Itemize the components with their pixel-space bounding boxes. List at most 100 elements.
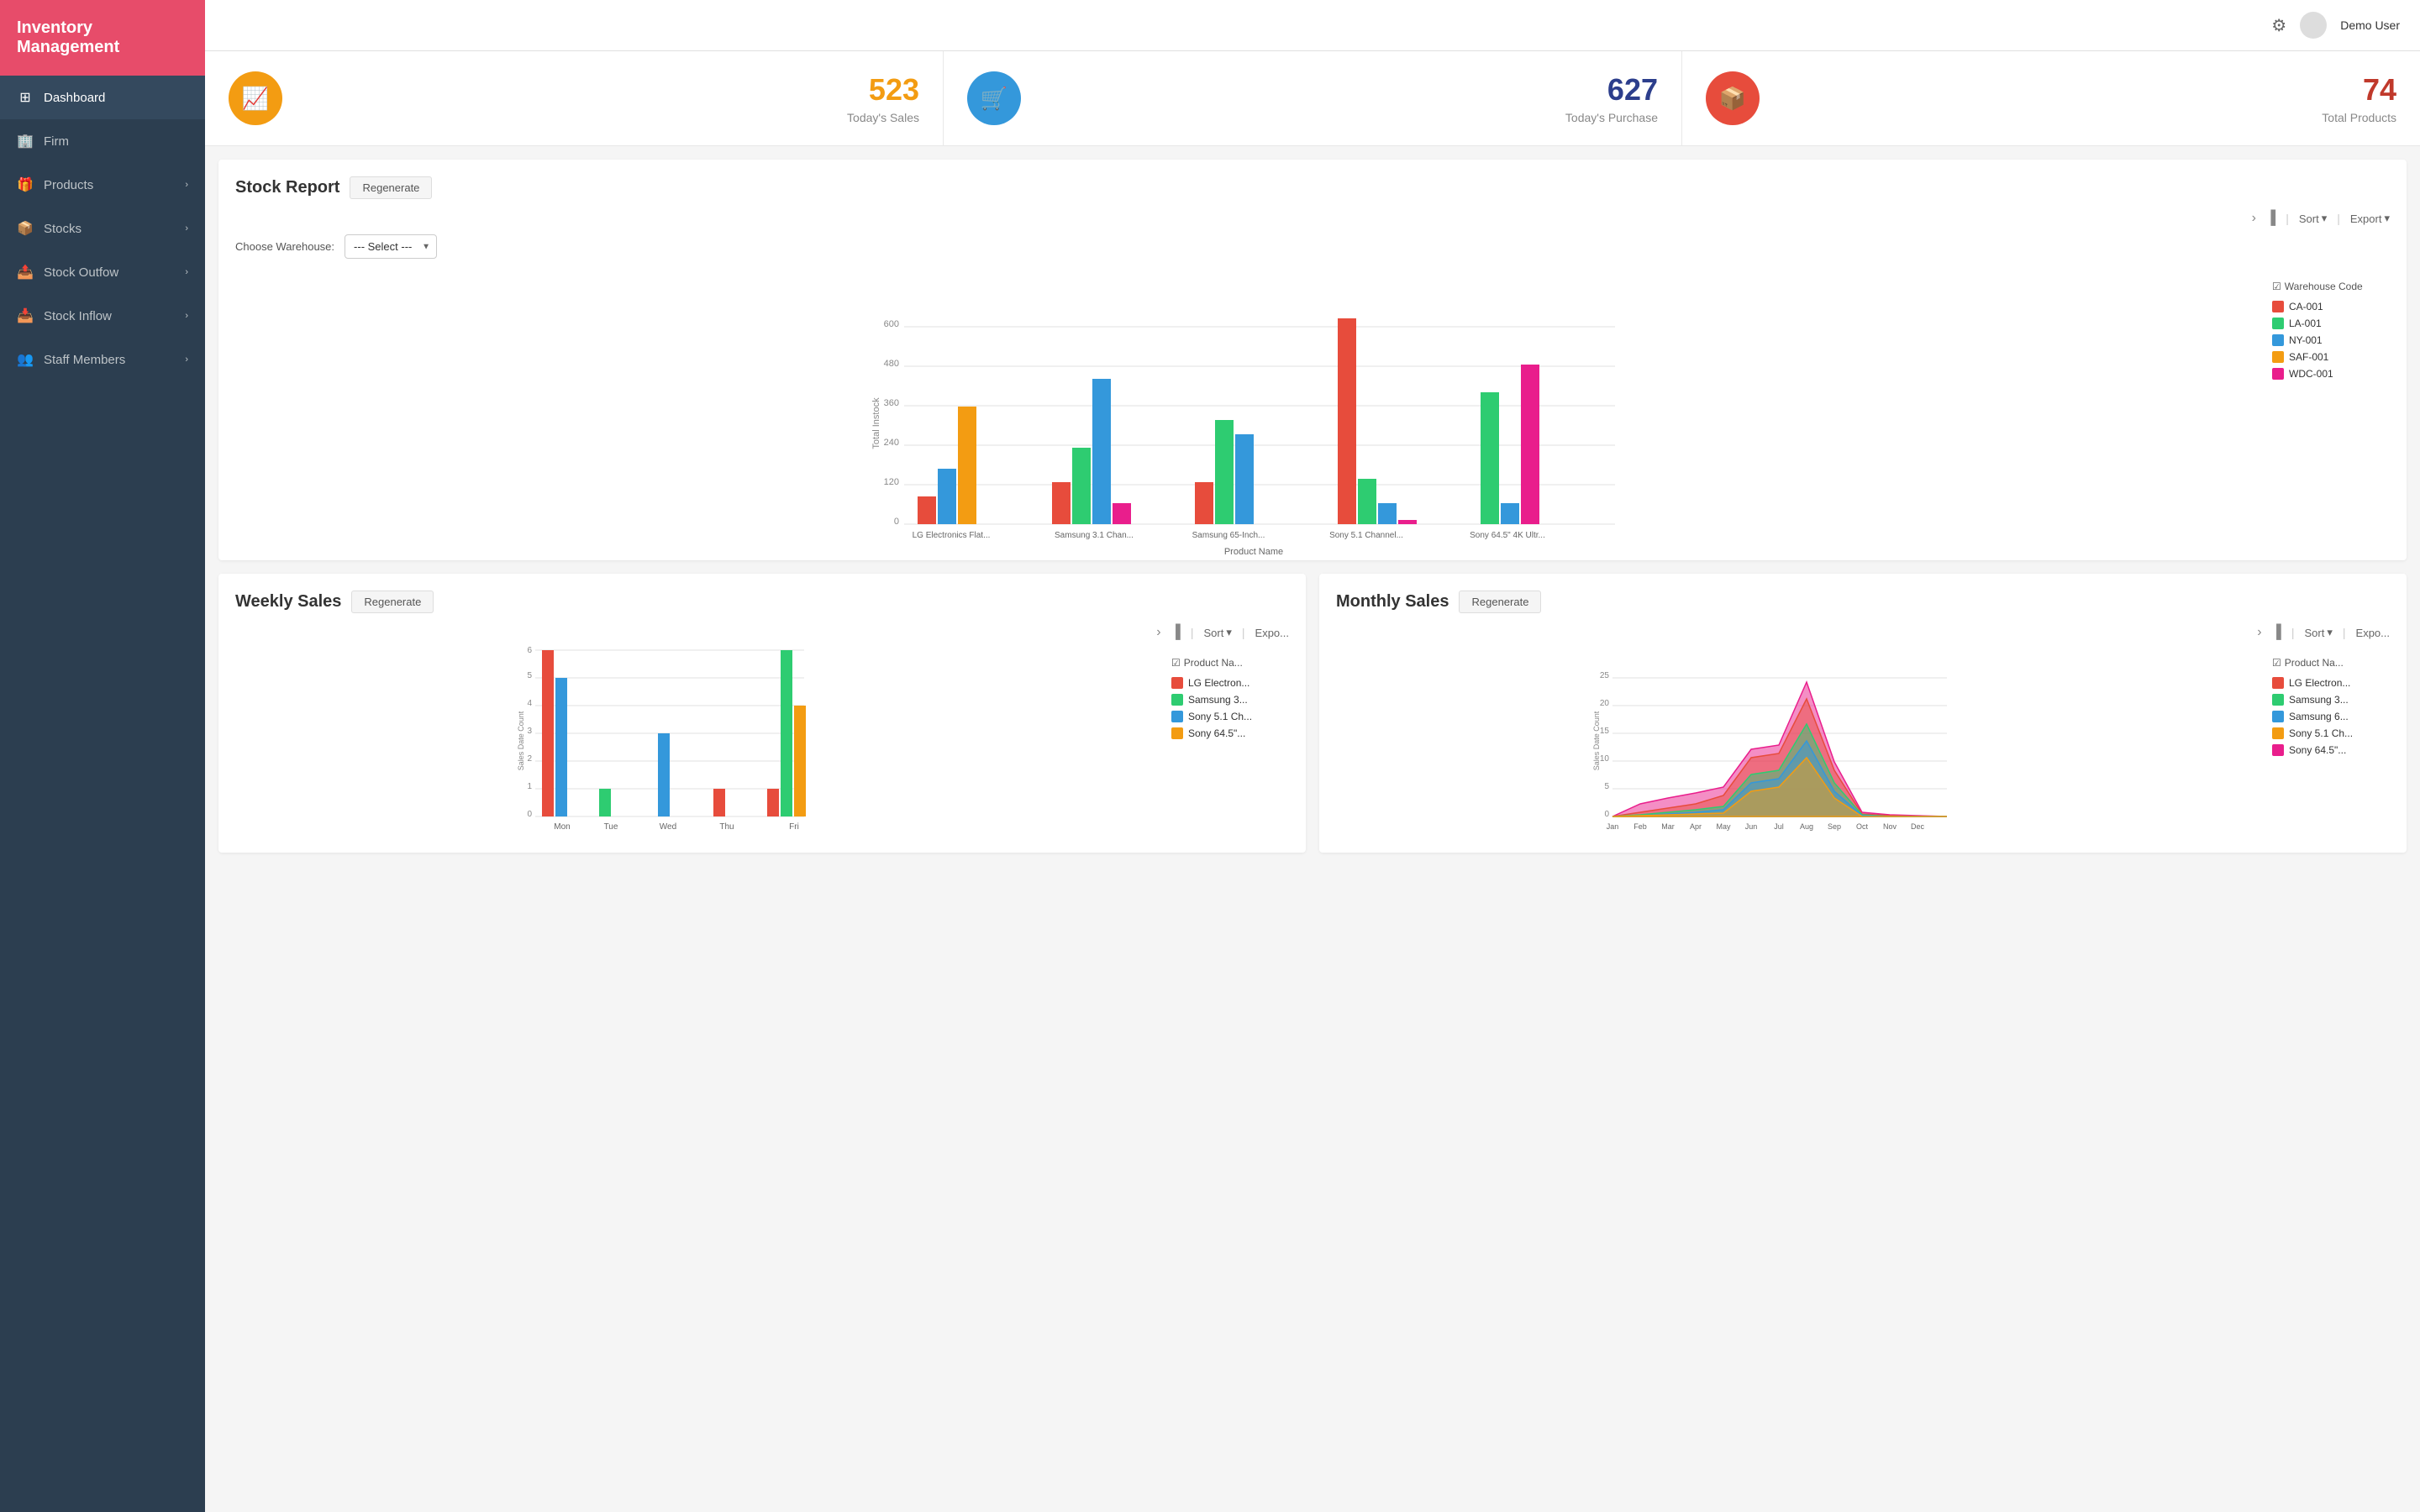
sidebar-nav: ⊞ Dashboard 🏢 Firm 🎁 Products › 📦 Stocks… bbox=[0, 76, 205, 381]
stat-number-today-sales: 523 bbox=[299, 72, 919, 108]
toolbar-separator2: | bbox=[2337, 212, 2340, 225]
svg-text:25: 25 bbox=[1600, 671, 1610, 680]
warehouse-select[interactable]: --- Select --- bbox=[345, 234, 437, 259]
sort-button[interactable]: Sort ▾ bbox=[2299, 212, 2327, 225]
chevron-icon-products: › bbox=[185, 180, 188, 190]
stat-label-today-sales: Today's Sales bbox=[299, 111, 919, 124]
svg-text:10: 10 bbox=[1600, 754, 1610, 764]
sidebar-item-firm[interactable]: 🏢 Firm bbox=[0, 119, 205, 163]
stock-report-section: Stock Report Regenerate › ▐ | Sort ▾ | E… bbox=[218, 160, 2407, 560]
bar-chart-icon[interactable]: ▐ bbox=[2266, 211, 2275, 226]
sidebar: Inventory Management ⊞ Dashboard 🏢 Firm … bbox=[0, 0, 205, 1512]
monthly-chart-svg: 0 5 10 15 20 25 Sales Date Count bbox=[1336, 648, 2255, 833]
weekly-toolbar: › ▐ | Sort ▾ | Expo... bbox=[235, 625, 1289, 640]
monthly-export-button[interactable]: Expo... bbox=[2356, 627, 2390, 639]
stat-number-today-purchase: 627 bbox=[1038, 72, 1658, 108]
export-button[interactable]: Export ▾ bbox=[2350, 212, 2390, 225]
svg-text:15: 15 bbox=[1600, 727, 1610, 736]
sidebar-icon-products: 🎁 bbox=[17, 176, 34, 193]
weekly-chart-svg: 0 1 2 3 4 5 6 bbox=[235, 648, 1155, 833]
monthly-bar-icon[interactable]: ▐ bbox=[2272, 625, 2281, 640]
chevron-right-icon[interactable]: › bbox=[2252, 211, 2256, 226]
weekly-legend: ☑ Product Na... LG Electron... Samsung 3… bbox=[1171, 648, 1289, 836]
sidebar-item-stock-inflow[interactable]: 📥 Stock Inflow › bbox=[0, 294, 205, 338]
svg-text:240: 240 bbox=[884, 438, 899, 448]
weekly-sales-header: Weekly Sales Regenerate bbox=[235, 591, 1289, 613]
legend-item-saf001: SAF-001 bbox=[2272, 351, 2390, 363]
weekly-export-button[interactable]: Expo... bbox=[1255, 627, 1289, 639]
user-avatar bbox=[2300, 12, 2327, 39]
stock-chart-svg: 0 120 240 360 480 600 Total Instock bbox=[235, 272, 2255, 541]
warehouse-label: Choose Warehouse: bbox=[235, 240, 334, 253]
svg-text:Apr: Apr bbox=[1690, 822, 1702, 831]
weekly-chevron-icon[interactable]: › bbox=[1156, 625, 1160, 640]
monthly-legend-sony51: Sony 5.1 Ch... bbox=[2272, 727, 2390, 739]
sidebar-label-stock-outflow: Stock Outfow bbox=[44, 265, 118, 280]
stat-card-today-purchase: 🛒 627 Today's Purchase bbox=[944, 51, 1682, 145]
weekly-chart: 0 1 2 3 4 5 6 bbox=[235, 648, 1155, 836]
svg-text:0: 0 bbox=[527, 810, 532, 819]
svg-text:Thu: Thu bbox=[719, 822, 734, 832]
sidebar-item-products[interactable]: 🎁 Products › bbox=[0, 163, 205, 207]
stat-info-today-purchase: 627 Today's Purchase bbox=[1038, 72, 1658, 124]
stat-info-today-sales: 523 Today's Sales bbox=[299, 72, 919, 124]
svg-text:Samsung 3.1 Chan...: Samsung 3.1 Chan... bbox=[1055, 531, 1134, 540]
legend-item-la001: LA-001 bbox=[2272, 318, 2390, 329]
sidebar-icon-stock-outflow: 📤 bbox=[17, 264, 34, 281]
monthly-legend-lg: LG Electron... bbox=[2272, 677, 2390, 689]
svg-text:Tue: Tue bbox=[604, 822, 618, 832]
weekly-regenerate-button[interactable]: Regenerate bbox=[351, 591, 434, 613]
svg-text:Jan: Jan bbox=[1607, 822, 1619, 831]
weekly-sales-section: Weekly Sales Regenerate › ▐ | Sort ▾ | E… bbox=[218, 574, 1306, 853]
stock-report-regenerate-button[interactable]: Regenerate bbox=[350, 176, 432, 199]
topbar: ⚙ Demo User bbox=[205, 0, 2420, 51]
sidebar-item-stocks[interactable]: 📦 Stocks › bbox=[0, 207, 205, 250]
svg-text:Total Instock: Total Instock bbox=[871, 397, 881, 449]
monthly-regenerate-button[interactable]: Regenerate bbox=[1459, 591, 1541, 613]
svg-text:Feb: Feb bbox=[1634, 822, 1647, 831]
monthly-legend: ☑ Product Na... LG Electron... Samsung 3… bbox=[2272, 648, 2390, 836]
svg-text:Nov: Nov bbox=[1883, 822, 1897, 831]
sidebar-item-dashboard[interactable]: ⊞ Dashboard bbox=[0, 76, 205, 119]
monthly-legend-sony645: Sony 64.5"... bbox=[2272, 744, 2390, 756]
stock-report-title: Stock Report bbox=[235, 178, 339, 197]
weekly-sort-button[interactable]: Sort ▾ bbox=[1204, 626, 1232, 639]
stat-label-total-products: Total Products bbox=[1776, 111, 2396, 124]
warehouse-selector-row: Choose Warehouse: --- Select --- bbox=[235, 234, 2390, 259]
svg-text:4: 4 bbox=[527, 699, 532, 708]
svg-text:600: 600 bbox=[884, 319, 899, 329]
stock-report-chart: 0 120 240 360 480 600 Total Instock bbox=[235, 272, 2255, 543]
monthly-chevron-icon[interactable]: › bbox=[2257, 625, 2261, 640]
monthly-sort-button[interactable]: Sort ▾ bbox=[2305, 626, 2333, 639]
sidebar-label-products: Products bbox=[44, 178, 93, 192]
stat-label-today-purchase: Today's Purchase bbox=[1038, 111, 1658, 124]
svg-text:0: 0 bbox=[1604, 810, 1609, 819]
sidebar-item-stock-outflow[interactable]: 📤 Stock Outfow › bbox=[0, 250, 205, 294]
settings-icon[interactable]: ⚙ bbox=[2271, 15, 2286, 36]
monthly-legend-samsung3: Samsung 3... bbox=[2272, 694, 2390, 706]
monthly-toolbar: › ▐ | Sort ▾ | Expo... bbox=[1336, 625, 2390, 640]
sidebar-label-stocks: Stocks bbox=[44, 222, 82, 236]
svg-text:20: 20 bbox=[1600, 699, 1610, 708]
svg-text:Mar: Mar bbox=[1661, 822, 1675, 831]
toolbar-separator: | bbox=[2286, 212, 2289, 225]
sidebar-item-staff[interactable]: 👥 Staff Members › bbox=[0, 338, 205, 381]
sidebar-label-firm: Firm bbox=[44, 134, 69, 149]
monthly-chart-area: 0 5 10 15 20 25 Sales Date Count bbox=[1336, 648, 2390, 836]
svg-text:Mon: Mon bbox=[554, 822, 570, 832]
stat-info-total-products: 74 Total Products bbox=[1776, 72, 2396, 124]
weekly-chart-area: 0 1 2 3 4 5 6 bbox=[235, 648, 1289, 836]
svg-text:Dec: Dec bbox=[1911, 822, 1925, 831]
sidebar-icon-staff: 👥 bbox=[17, 351, 34, 368]
svg-text:LG Electronics Flat...: LG Electronics Flat... bbox=[913, 531, 991, 540]
svg-text:May: May bbox=[1716, 822, 1731, 831]
svg-text:3: 3 bbox=[527, 727, 532, 736]
weekly-bar-icon[interactable]: ▐ bbox=[1171, 625, 1181, 640]
stock-report-chart-area: 0 120 240 360 480 600 Total Instock bbox=[235, 272, 2390, 543]
svg-text:Oct: Oct bbox=[1856, 822, 1869, 831]
stat-icon-total-products: 📦 bbox=[1706, 71, 1760, 125]
svg-text:Jun: Jun bbox=[1745, 822, 1758, 831]
monthly-legend-samsung65: Samsung 6... bbox=[2272, 711, 2390, 722]
weekly-legend-title: ☑ Product Na... bbox=[1171, 657, 1289, 669]
stock-report-header: Stock Report Regenerate bbox=[235, 176, 2390, 199]
